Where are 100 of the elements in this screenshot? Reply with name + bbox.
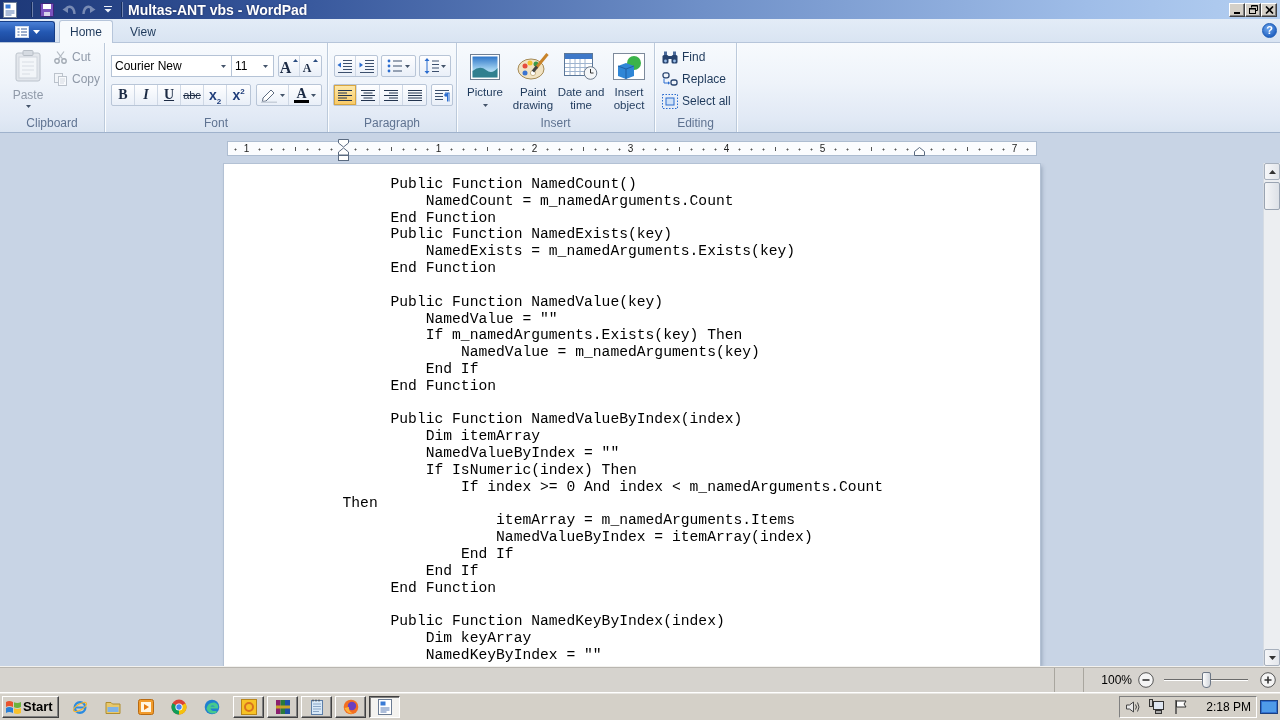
code-line: End If bbox=[460, 545, 514, 562]
font-name-field[interactable]: Courier New bbox=[111, 55, 232, 77]
caret-icon bbox=[221, 64, 226, 68]
code-line: End Function bbox=[390, 579, 497, 596]
calendar-clock-icon bbox=[564, 53, 598, 80]
restore-button[interactable] bbox=[1245, 2, 1261, 17]
right-indent-marker-icon[interactable] bbox=[913, 147, 925, 156]
code-line: End Function bbox=[390, 377, 497, 394]
subscript-button[interactable]: x$_{2}$ bbox=[204, 85, 227, 105]
code-line: Public Function NamedCount() bbox=[390, 176, 637, 192]
line-spacing-button[interactable] bbox=[419, 55, 451, 77]
code-line: NamedExists = m_namedArguments.Exists(key) bbox=[425, 243, 796, 260]
notepad-icon bbox=[308, 698, 325, 715]
decrease-indent-button[interactable] bbox=[335, 56, 356, 76]
scroll-thumb[interactable] bbox=[1264, 182, 1280, 210]
code-line: If m_namedArguments.Exists(key) Then bbox=[425, 327, 743, 344]
document-icon bbox=[3, 1, 17, 18]
caret-icon[interactable] bbox=[104, 6, 112, 13]
taskbar-button[interactable] bbox=[369, 695, 400, 718]
italic-button[interactable]: I bbox=[135, 85, 158, 105]
swirl-circle-icon[interactable] bbox=[204, 698, 220, 715]
ribbon-tab[interactable]: View bbox=[119, 20, 167, 42]
group-label: Insert bbox=[539, 116, 572, 132]
code-line: NamedCount = m_namedArguments.Count bbox=[425, 192, 734, 209]
font-size-field[interactable]: 11 bbox=[231, 55, 274, 77]
close-icon bbox=[1264, 5, 1274, 14]
document-lines-icon bbox=[14, 26, 29, 38]
strikethrough-button[interactable]: abc bbox=[181, 85, 204, 105]
application-menu-button[interactable] bbox=[0, 21, 55, 42]
scroll-up-button[interactable] bbox=[1264, 163, 1280, 180]
grow-font-button[interactable]: A bbox=[279, 56, 300, 76]
caret-icon bbox=[311, 93, 316, 97]
scissors-icon bbox=[54, 50, 67, 64]
screen-icon[interactable] bbox=[1260, 698, 1278, 715]
code-line: NamedValueByIndex = "" bbox=[425, 445, 620, 461]
underline-button[interactable]: U bbox=[158, 85, 181, 105]
font-color-button[interactable]: A bbox=[289, 85, 321, 105]
paint-drawing-button[interactable]: Paint drawing bbox=[509, 49, 557, 116]
bold-button[interactable]: B bbox=[112, 85, 135, 105]
network-computer-icon[interactable] bbox=[1149, 698, 1166, 715]
bullets-button[interactable] bbox=[381, 55, 416, 77]
scroll-down-button[interactable] bbox=[1264, 649, 1280, 666]
document-icon bbox=[376, 698, 393, 715]
superscript-button[interactable]: x$^{2}$ bbox=[227, 85, 250, 105]
paragraph-button[interactable] bbox=[431, 84, 453, 106]
minimize-button[interactable] bbox=[1229, 2, 1245, 17]
replace-button[interactable]: Replace bbox=[660, 68, 736, 90]
binoculars-icon bbox=[662, 50, 678, 64]
code-line: NamedValue = "" bbox=[425, 310, 558, 327]
code-line: Dim itemArray bbox=[425, 428, 541, 445]
landscape-picture-icon bbox=[470, 53, 500, 80]
paragraph-lines-icon bbox=[434, 88, 450, 102]
play-tile-icon[interactable] bbox=[138, 698, 154, 715]
code-line: NamedKeyByIndex = "" bbox=[425, 646, 602, 663]
code-line: Public Function NamedValue(key) bbox=[390, 293, 664, 310]
insert-object-button[interactable]: Insert object bbox=[605, 49, 653, 116]
segmented-circle-icon[interactable] bbox=[171, 698, 187, 715]
align-right-icon bbox=[384, 89, 398, 101]
dotted-frame-icon bbox=[662, 93, 678, 109]
ribbon-tab[interactable]: Home bbox=[59, 20, 113, 43]
alignment-button[interactable] bbox=[334, 85, 357, 105]
start-button[interactable]: Start bbox=[2, 695, 59, 718]
bullet-list-icon bbox=[387, 59, 403, 73]
caret-icon bbox=[263, 64, 268, 68]
ruler-number: 2 bbox=[530, 142, 539, 155]
code-line: itemArray = m_namedArguments.Items bbox=[496, 512, 796, 529]
find-button[interactable]: Find bbox=[660, 46, 736, 68]
code-line: NamedValue = m_namedArguments(key) bbox=[460, 344, 760, 361]
slider-thumb[interactable] bbox=[1201, 671, 1211, 688]
shrink-font-button[interactable]: A bbox=[300, 56, 321, 76]
picture-button[interactable]: Picture bbox=[461, 49, 509, 116]
code-line: Public Function NamedValueByIndex(index) bbox=[390, 411, 743, 428]
flag-icon[interactable] bbox=[1173, 698, 1190, 715]
caret-up-icon bbox=[293, 59, 299, 62]
caret-icon bbox=[482, 104, 488, 107]
close-button[interactable] bbox=[1261, 2, 1277, 17]
code-line: End If bbox=[425, 360, 479, 377]
code-line: Dim keyArray bbox=[425, 629, 532, 646]
code-line: Public Function NamedExists(key) bbox=[390, 226, 672, 243]
flame-circle-icon bbox=[342, 698, 359, 715]
copy-pages-icon bbox=[54, 72, 67, 86]
group-label: Paragraph bbox=[362, 116, 421, 132]
group-label: Font bbox=[203, 116, 229, 132]
status-panel bbox=[1054, 667, 1085, 692]
code-line: NamedValueByIndex = itemArray(index) bbox=[496, 529, 813, 546]
ruler-number: 1 bbox=[242, 142, 251, 155]
triangle-up-icon bbox=[1268, 169, 1276, 174]
zoom-in-icon[interactable] bbox=[1260, 671, 1276, 688]
code-line: End Function bbox=[390, 209, 497, 226]
align-center-icon bbox=[361, 89, 375, 101]
justify-icon bbox=[407, 89, 422, 101]
left-indent-marker-icon[interactable] bbox=[337, 139, 349, 161]
code-line: End If bbox=[425, 562, 479, 579]
caret-icon bbox=[441, 64, 446, 68]
zoom-out-icon[interactable] bbox=[1138, 671, 1154, 688]
ruler-number: 5 bbox=[818, 142, 827, 155]
select-all-button[interactable]: Select all bbox=[660, 90, 736, 112]
window-title: Multas-ANT vbs - WordPad bbox=[128, 1, 308, 18]
speaker-icon[interactable] bbox=[1125, 698, 1142, 715]
date-time-button[interactable]: Date and time bbox=[557, 49, 605, 116]
